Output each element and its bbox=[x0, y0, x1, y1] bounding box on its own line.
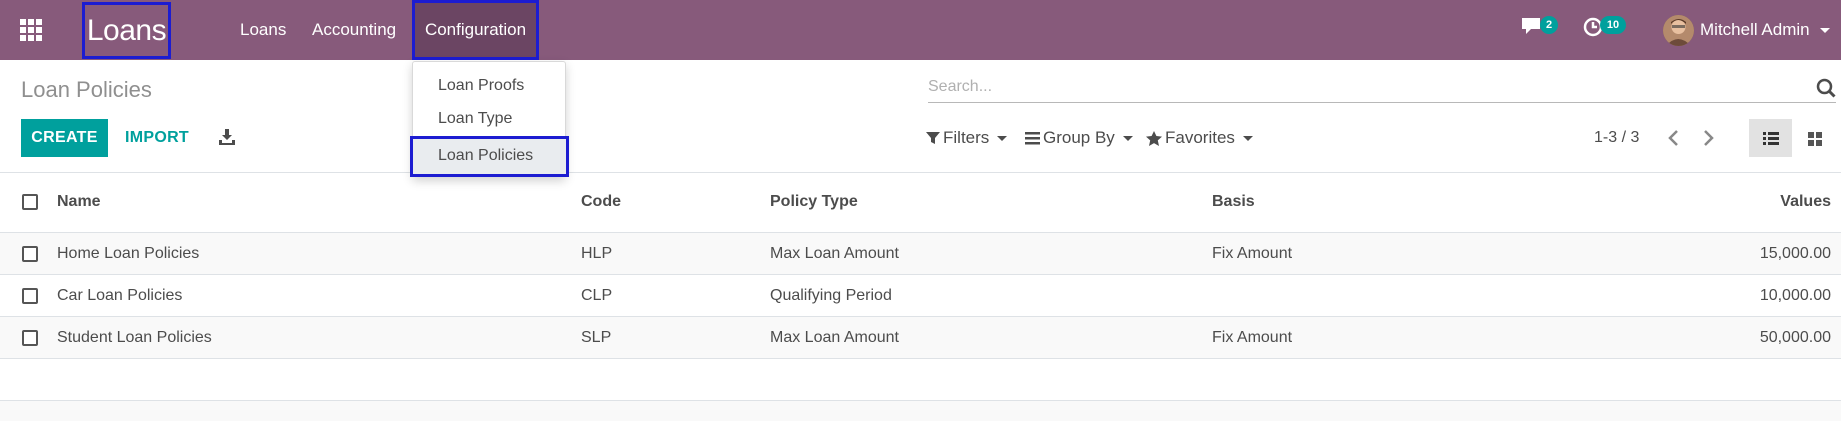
column-header-code[interactable]: Code bbox=[581, 173, 621, 231]
list-footer bbox=[0, 400, 1841, 421]
chevron-right-icon[interactable] bbox=[1698, 128, 1718, 148]
cell-code: CLP bbox=[581, 287, 613, 304]
row-checkbox[interactable] bbox=[22, 330, 38, 346]
filters-label: Filters bbox=[943, 128, 990, 147]
cell-code: SLP bbox=[581, 329, 612, 346]
cell-policy-type: Max Loan Amount bbox=[770, 329, 899, 346]
apps-menu-icon[interactable] bbox=[20, 19, 44, 41]
cell-name: Home Loan Policies bbox=[57, 245, 200, 262]
user-name: Mitchell Admin bbox=[1700, 20, 1810, 39]
loan-policies-table: Name Code Policy Type Basis Values Home … bbox=[0, 172, 1841, 359]
chat-icon[interactable] bbox=[1520, 16, 1542, 36]
chevron-down-icon bbox=[1242, 135, 1253, 141]
configuration-dropdown: Loan Proofs Loan Type Loan Policies bbox=[410, 61, 569, 177]
user-avatar bbox=[1663, 14, 1694, 46]
chevron-down-icon bbox=[997, 135, 1008, 141]
kanban-view-button[interactable] bbox=[1793, 119, 1836, 157]
menu-loans[interactable]: Loans bbox=[240, 0, 286, 60]
cell-values: 50,000.00 bbox=[1759, 329, 1831, 346]
dropdown-item-loan-policies[interactable]: Loan Policies bbox=[410, 136, 569, 177]
table-row[interactable]: Student Loan Policies SLP Max Loan Amoun… bbox=[0, 317, 1841, 359]
cell-values: 10,000.00 bbox=[1759, 287, 1831, 304]
cell-code: HLP bbox=[581, 245, 613, 262]
cell-basis: Fix Amount bbox=[1212, 329, 1293, 346]
row-checkbox[interactable] bbox=[22, 246, 38, 262]
dropdown-item-loan-type[interactable]: Loan Type bbox=[413, 104, 565, 134]
table-body: Home Loan Policies HLP Max Loan Amount F… bbox=[0, 233, 1841, 359]
main-navbar: Loans Loans Accounting Configuration 2 1… bbox=[0, 0, 1841, 60]
menu-accounting[interactable]: Accounting bbox=[312, 0, 396, 60]
search-bar bbox=[928, 73, 1836, 103]
star-icon bbox=[1146, 130, 1162, 146]
chevron-down-icon bbox=[1819, 27, 1830, 33]
column-header-values[interactable]: Values bbox=[1780, 173, 1831, 231]
search-icon[interactable] bbox=[1816, 78, 1836, 98]
cell-policy-type: Qualifying Period bbox=[770, 287, 892, 304]
app-brand[interactable]: Loans bbox=[82, 2, 171, 59]
favorites-dropdown[interactable]: Favorites bbox=[1146, 127, 1253, 149]
table-header: Name Code Policy Type Basis Values bbox=[0, 173, 1841, 233]
create-button[interactable]: CREATE bbox=[21, 119, 108, 157]
column-header-basis[interactable]: Basis bbox=[1212, 173, 1255, 231]
table-row[interactable]: Home Loan Policies HLP Max Loan Amount F… bbox=[0, 233, 1841, 275]
filter-icon bbox=[926, 132, 940, 144]
filters-dropdown[interactable]: Filters bbox=[926, 127, 1008, 149]
select-all-checkbox[interactable] bbox=[22, 194, 38, 210]
cell-basis: Fix Amount bbox=[1212, 245, 1293, 262]
activity-count-badge: 10 bbox=[1600, 16, 1626, 34]
favorites-label: Favorites bbox=[1165, 128, 1235, 147]
groupby-label: Group By bbox=[1043, 128, 1115, 147]
table-row[interactable]: Car Loan Policies CLP Qualifying Period … bbox=[0, 275, 1841, 317]
kanban-view-icon bbox=[1808, 132, 1822, 146]
list-view-icon bbox=[1763, 132, 1779, 145]
cell-name: Car Loan Policies bbox=[57, 287, 183, 304]
chevron-left-icon[interactable] bbox=[1664, 128, 1684, 148]
menu-configuration[interactable]: Configuration bbox=[412, 0, 539, 60]
download-icon[interactable] bbox=[218, 128, 236, 146]
user-menu[interactable]: Mitchell Admin bbox=[1663, 13, 1830, 47]
cell-policy-type: Max Loan Amount bbox=[770, 245, 899, 262]
pager-value[interactable]: 1-3 / 3 bbox=[1594, 129, 1639, 147]
groupby-dropdown[interactable]: Group By bbox=[1025, 127, 1133, 149]
dropdown-item-loan-proofs[interactable]: Loan Proofs bbox=[413, 71, 565, 101]
group-by-icon bbox=[1025, 131, 1040, 144]
row-checkbox[interactable] bbox=[22, 288, 38, 304]
search-input[interactable] bbox=[928, 73, 1798, 101]
column-header-policy-type[interactable]: Policy Type bbox=[770, 173, 858, 231]
cell-name: Student Loan Policies bbox=[57, 329, 212, 346]
chat-count-badge: 2 bbox=[1540, 16, 1558, 34]
import-button[interactable]: IMPORT bbox=[117, 119, 197, 157]
cell-values: 15,000.00 bbox=[1759, 245, 1831, 262]
chevron-down-icon bbox=[1122, 135, 1133, 141]
list-view-button[interactable] bbox=[1749, 119, 1792, 157]
column-header-name[interactable]: Name bbox=[57, 173, 101, 231]
page-title: Loan Policies bbox=[21, 77, 152, 102]
